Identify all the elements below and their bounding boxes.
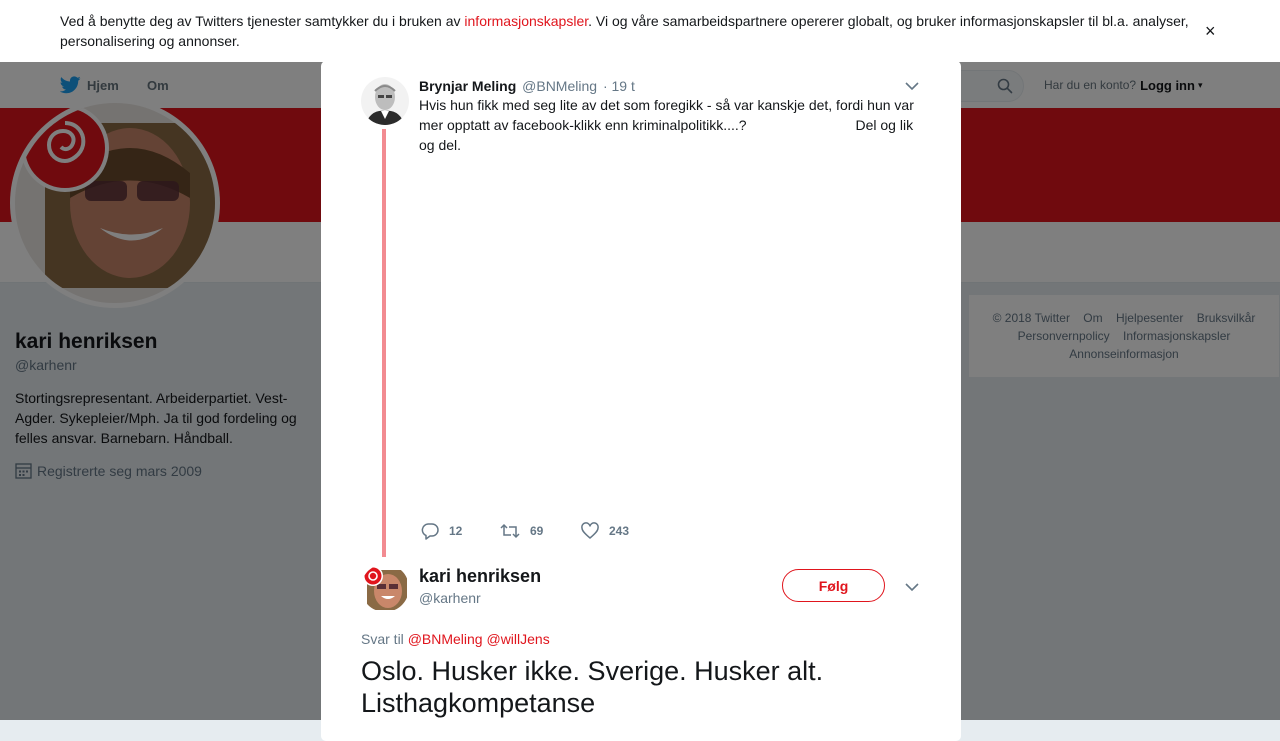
reply-label: Svar til (361, 631, 404, 647)
cookie-close-icon[interactable]: × (1205, 21, 1216, 41)
brynjar-avatar-image (361, 77, 409, 125)
tweet-separator-dot: · (602, 78, 608, 94)
mention-link[interactable]: @BNMeling (408, 631, 483, 647)
retweet-button[interactable]: 69 (500, 522, 543, 540)
retweet-icon (500, 523, 520, 539)
tweet-author-name[interactable]: Brynjar Meling (419, 78, 516, 94)
cookie-link[interactable]: informasjonskapsler (464, 13, 588, 29)
tweet-modal: Brynjar Meling @BNMeling · 19 t Hvis hun… (321, 61, 961, 741)
chevron-down-icon[interactable] (903, 77, 921, 95)
chevron-down-icon[interactable] (903, 578, 921, 596)
kari-avatar-image (361, 564, 409, 612)
brynjar-avatar[interactable] (361, 77, 409, 125)
follow-button[interactable]: Følg (782, 569, 885, 602)
reply-count: 12 (449, 524, 463, 538)
like-count: 243 (609, 524, 630, 538)
mention-link[interactable]: @willJens (486, 631, 549, 647)
tweet-timestamp[interactable]: 19 t (612, 78, 635, 94)
tweet-text: Hvis hun fikk med seg lite av det som fo… (419, 97, 918, 153)
tweet-text: Oslo. Husker ikke. Sverige. Husker alt. … (361, 656, 824, 718)
reply-icon (421, 523, 439, 540)
cookie-banner: Ved å benytte deg av Twitters tjenester … (0, 0, 1280, 62)
tweet-author-handle[interactable]: @karhenr (419, 590, 481, 606)
reply-button[interactable]: 12 (421, 522, 462, 540)
thread-connector-line (382, 129, 386, 557)
cookie-text-before: Ved å benytte deg av Twitters tjenester … (60, 13, 465, 29)
close-icon[interactable]: ✕ (1234, 10, 1259, 40)
tweet-header: Brynjar Meling @BNMeling · 19 t (419, 77, 635, 95)
cookie-text: Ved å benytte deg av Twitters tjenester … (60, 11, 1200, 51)
tweet-author-handle[interactable]: @BNMeling (522, 78, 597, 94)
kari-avatar[interactable] (361, 564, 409, 612)
retweet-count: 69 (530, 524, 544, 538)
heart-icon (581, 522, 599, 539)
tweet-author-name[interactable]: kari henriksen (419, 566, 541, 587)
like-button[interactable]: 243 (581, 522, 629, 540)
reply-context: Svar til @BNMeling @willJens (361, 631, 550, 647)
